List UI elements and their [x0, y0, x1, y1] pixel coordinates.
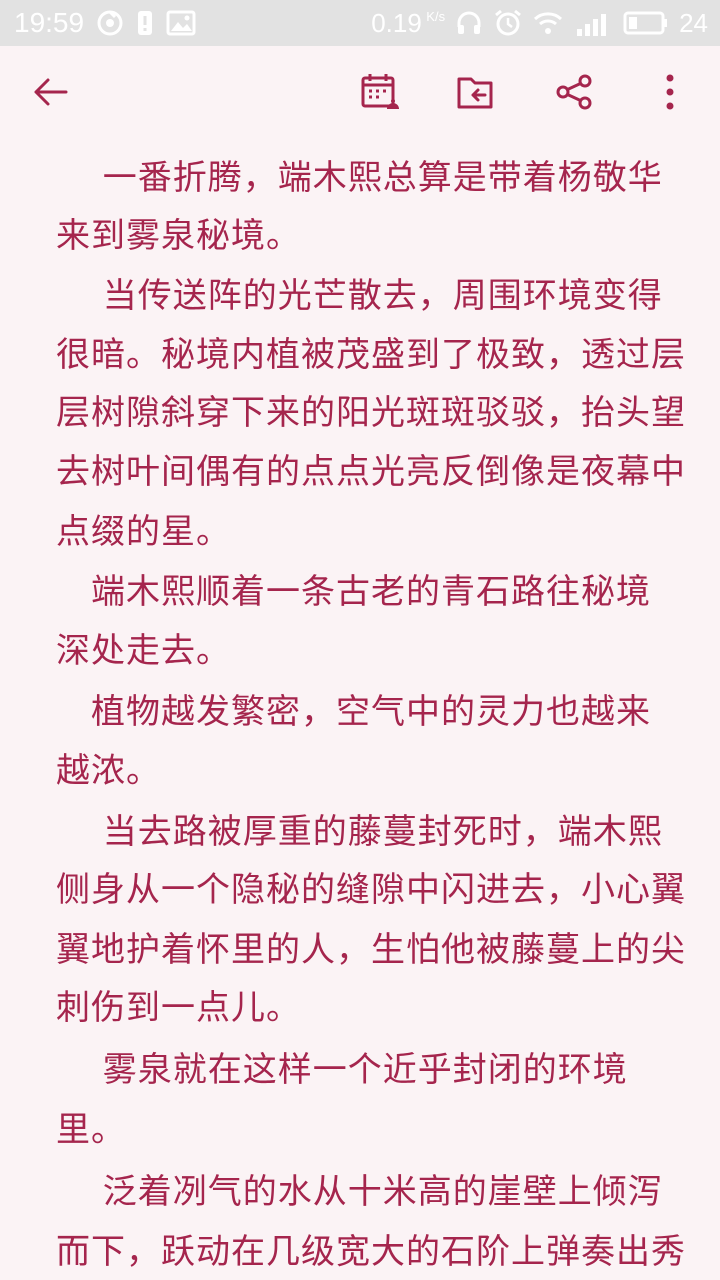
- text-line: 一番折腾，端木熙总算是带着杨敬华: [56, 158, 663, 198]
- more-vertical-icon: [662, 72, 678, 116]
- text-line: 当去路被厚重的藤蔓封死时，端木熙: [56, 812, 663, 852]
- text-line: 去树叶间偶有的点点光亮反倒像是夜幕中: [56, 452, 686, 492]
- notification-icons: [96, 8, 196, 38]
- text-line: 侧身从一个隐秘的缝隙中闪进去，小心翼: [56, 870, 686, 910]
- network-speed-value: 0.19: [371, 8, 422, 38]
- text-line: 当传送阵的光芒散去，周围环境变得: [56, 276, 663, 316]
- text-line: 里。: [56, 1110, 126, 1150]
- status-time: 19:59: [14, 7, 85, 38]
- text-line: 雾泉就在这样一个近乎封闭的环境: [56, 1050, 628, 1090]
- back-arrow-icon: [30, 72, 70, 116]
- reader-toolbar: [0, 46, 720, 142]
- chapter-content[interactable]: 一番折腾，端木熙总算是带着杨敬华 来到雾泉秘境。 当传送阵的光芒散去，周围环境变…: [0, 142, 720, 1280]
- text-line: 端木熙顺着一条古老的青石路往秘境: [56, 572, 651, 612]
- text-line: 点缀的星。: [56, 512, 231, 552]
- battery-icon: [623, 10, 669, 36]
- calendar-alarm-icon: [359, 71, 401, 117]
- schedule-button[interactable]: [356, 70, 404, 118]
- alert-notification-icon: [136, 9, 154, 37]
- image-notification-icon: [166, 10, 196, 36]
- text-line: 植物越发繁密，空气中的灵力也越来: [56, 692, 651, 732]
- text-line: 刺伤到一点儿。: [56, 988, 301, 1028]
- more-options-button[interactable]: [646, 70, 694, 118]
- text-line: 层树隙斜穿下来的阳光斑斑驳驳，抬头望: [56, 393, 686, 433]
- network-speed-unit: K/s: [426, 9, 446, 24]
- text-line: 深处走去。: [56, 631, 231, 671]
- text-line: 翼地护着怀里的人，生怕他被藤蔓上的尖: [56, 930, 686, 970]
- back-button[interactable]: [26, 70, 74, 118]
- status-bar: 19:59 0.19 K/s 24: [0, 0, 720, 46]
- share-icon: [554, 72, 594, 116]
- folder-return-button[interactable]: [452, 70, 500, 118]
- cellular-signal-icon: [573, 9, 613, 37]
- system-status-icons: 0.19 K/s 24: [371, 6, 708, 40]
- text-line: 泛着冽气的水从十米高的崖壁上倾泻: [56, 1172, 663, 1212]
- headphones-icon: [455, 9, 483, 37]
- folder-return-icon: [455, 71, 497, 117]
- network-speed: 0.19 K/s: [371, 6, 445, 40]
- text-line: 来到雾泉秘境。: [56, 216, 301, 256]
- text-line: 而下，跃动在几级宽大的石阶上弹奏出秀: [56, 1232, 686, 1272]
- text-line: 越浓。: [56, 751, 161, 791]
- wifi-icon: [533, 10, 563, 36]
- sync-app-icon: [96, 9, 124, 37]
- share-button[interactable]: [550, 70, 598, 118]
- text-line: 很暗。秘境内植被茂盛到了极致，透过层: [56, 335, 686, 375]
- alarm-clock-icon: [493, 8, 523, 38]
- battery-percent: 24: [679, 8, 708, 38]
